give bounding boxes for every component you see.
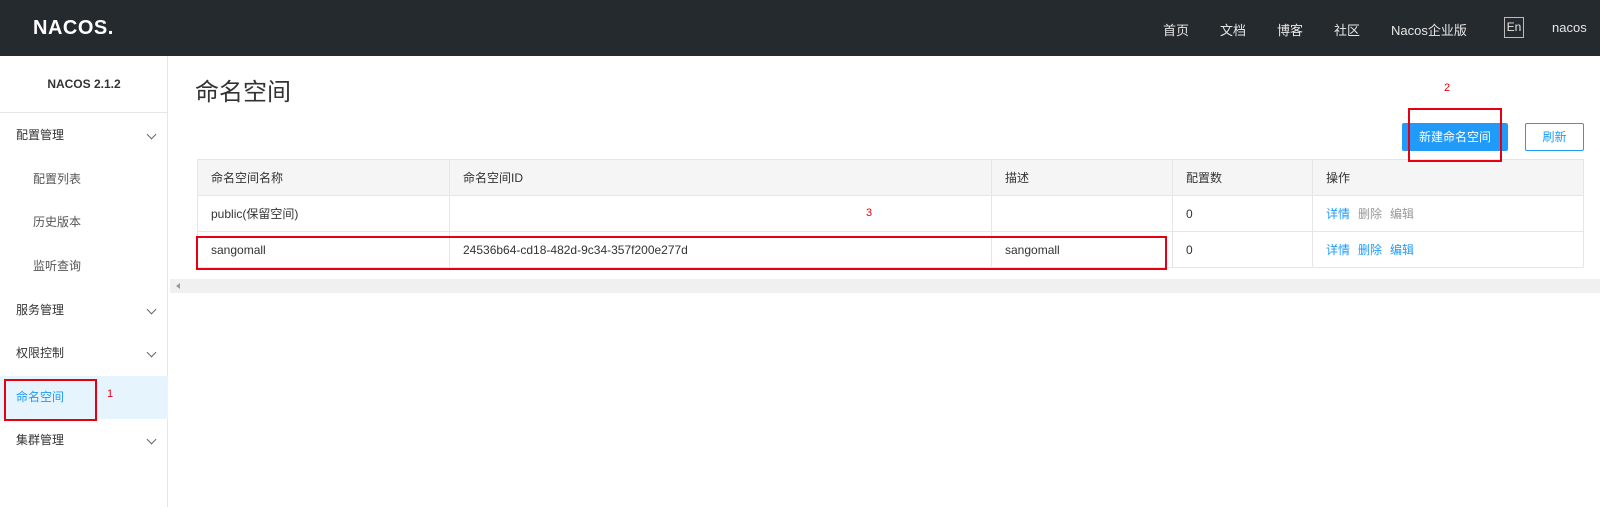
- column-header-actions: 操作: [1312, 159, 1584, 196]
- sidebar-item-config-management[interactable]: 配置管理: [0, 114, 168, 157]
- namespace-id-cell: [449, 195, 992, 232]
- sidebar-item-label: 监听查询: [33, 259, 82, 273]
- actions-cell: 详情 删除 编辑: [1312, 231, 1584, 268]
- annotation-number-2: 2: [1444, 82, 1451, 94]
- sidebar-item-label: 集群管理: [16, 433, 65, 447]
- annotation-box-2: [1408, 108, 1502, 162]
- nav-community[interactable]: 社区: [1334, 20, 1360, 39]
- sidebar-item-service-management[interactable]: 服务管理: [0, 289, 168, 332]
- sidebar-item-config-list[interactable]: 配置列表: [0, 158, 168, 201]
- scroll-left-icon[interactable]: [176, 283, 180, 289]
- delete-link[interactable]: 删除: [1358, 243, 1382, 257]
- sidebar-item-label: 服务管理: [16, 303, 65, 317]
- namespace-description-cell: [991, 195, 1173, 232]
- sidebar-item-history[interactable]: 历史版本: [0, 201, 168, 244]
- chevron-down-icon: [146, 347, 157, 358]
- actions-cell: 详情 删除 编辑: [1312, 195, 1584, 232]
- column-header-name: 命名空间名称: [197, 159, 450, 196]
- edit-link: 编辑: [1390, 207, 1415, 221]
- top-navbar: NACOS. 首页 文档 博客 社区 Nacos企业版 En nacos: [0, 0, 1600, 56]
- nav-enterprise[interactable]: Nacos企业版: [1391, 20, 1467, 39]
- language-switch-button[interactable]: En: [1504, 17, 1524, 38]
- page-title: 命名空间: [195, 79, 291, 106]
- details-link[interactable]: 详情: [1326, 207, 1350, 221]
- sidebar: NACOS 2.1.2 配置管理 配置列表 历史版本 监听查询 服务管理 权限控…: [0, 56, 168, 507]
- sidebar-item-label: 配置列表: [33, 172, 82, 186]
- annotation-number-1: 1: [107, 388, 114, 400]
- user-menu[interactable]: nacos: [1552, 20, 1587, 35]
- chevron-down-icon: [146, 304, 157, 315]
- edit-link[interactable]: 编辑: [1390, 243, 1414, 257]
- sidebar-item-label: 配置管理: [16, 128, 65, 142]
- details-link[interactable]: 详情: [1326, 243, 1350, 257]
- chevron-down-icon: [146, 129, 157, 140]
- config-count-cell: 0: [1172, 195, 1313, 232]
- namespace-name-cell: public(保留空间): [197, 195, 450, 232]
- horizontal-scrollbar[interactable]: [170, 279, 1600, 293]
- nav-blog[interactable]: 博客: [1277, 20, 1303, 39]
- column-header-id: 命名空间ID: [449, 159, 992, 196]
- table-header-row: 命名空间名称 命名空间ID 描述 配置数 操作: [197, 159, 1584, 196]
- annotation-number-3: 3: [866, 207, 873, 219]
- sidebar-item-label: 权限控制: [16, 346, 65, 360]
- nacos-logo[interactable]: NACOS.: [33, 17, 114, 40]
- annotation-box-3: [196, 236, 1167, 270]
- nav-docs[interactable]: 文档: [1220, 20, 1246, 39]
- column-header-description: 描述: [991, 159, 1173, 196]
- sidebar-item-access-control[interactable]: 权限控制: [0, 332, 168, 375]
- sidebar-item-label: 历史版本: [33, 215, 82, 229]
- chevron-down-icon: [146, 434, 157, 445]
- version-label: NACOS 2.1.2: [0, 56, 168, 113]
- sidebar-item-cluster-management[interactable]: 集群管理: [0, 419, 168, 462]
- sidebar-item-listener-query[interactable]: 监听查询: [0, 245, 168, 288]
- table-row: public(保留空间) 0 详情 删除 编辑: [197, 195, 1584, 232]
- column-header-config-count: 配置数: [1172, 159, 1313, 196]
- annotation-box-1: [4, 379, 97, 421]
- config-count-cell: 0: [1172, 231, 1313, 268]
- refresh-button[interactable]: 刷新: [1525, 123, 1584, 151]
- nav-home[interactable]: 首页: [1163, 20, 1189, 39]
- delete-link: 删除: [1358, 207, 1383, 221]
